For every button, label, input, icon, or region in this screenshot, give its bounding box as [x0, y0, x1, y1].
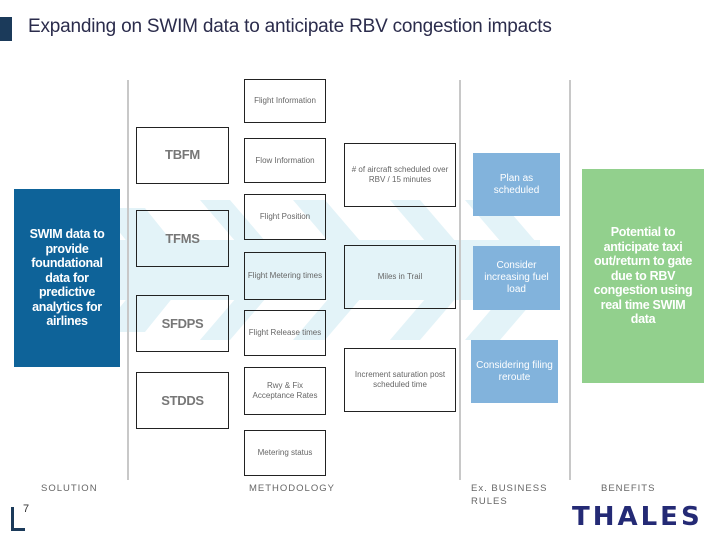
metric-box: Miles in Trail [344, 245, 456, 309]
thales-logo: THALES [572, 502, 703, 532]
system-label: TFMS [165, 230, 200, 246]
system-box-tfms: TFMS [136, 210, 229, 267]
data-item-label: Flight Release times [248, 328, 322, 337]
metric-box: # of aircraft scheduled over RBV / 15 mi… [344, 143, 456, 207]
column-divider [569, 80, 571, 480]
system-label: SFDPS [161, 315, 204, 331]
metric-label: Increment saturation post scheduled time [354, 370, 446, 389]
system-box-sfdps: SFDPS [136, 295, 229, 352]
data-item-box: Flight Information [244, 79, 326, 123]
solution-box: SWIM data to provide foundational data f… [14, 189, 120, 367]
business-rule-box: Plan as scheduled [473, 153, 560, 216]
data-item-label: Flow Information [255, 155, 315, 165]
business-rule-box: Consider increasing fuel load [473, 246, 560, 310]
data-item-label: Flight Position [259, 212, 311, 221]
data-item-box: Flow Information [244, 138, 326, 183]
column-divider [127, 80, 129, 480]
system-box-stdds: STDDS [136, 372, 229, 429]
column-label-solution: SOLUTION [41, 483, 98, 494]
page-number: 7 [23, 503, 30, 515]
data-item-label: Flight Metering times [247, 271, 323, 280]
data-item-box: Flight Release times [244, 310, 326, 356]
system-label: TBFM [165, 147, 200, 162]
column-label-methodology: METHODOLOGY [249, 483, 335, 494]
data-item-label: Metering status [257, 448, 313, 457]
column-divider [459, 80, 461, 480]
metric-label: # of aircraft scheduled over RBV / 15 mi… [351, 165, 449, 184]
metric-label: Miles in Trail [377, 272, 423, 281]
business-rule-box: Considering filing reroute [471, 340, 558, 403]
data-item-box: Rwy & Fix Acceptance Rates [244, 367, 326, 415]
business-rule-label: Plan as scheduled [493, 172, 540, 196]
column-label-business-rules: Ex. BUSINESS RULES [471, 483, 548, 507]
business-rule-label: Considering filing reroute [476, 359, 553, 383]
system-box-tbfm: TBFM [136, 127, 229, 184]
data-item-label: Rwy & Fix Acceptance Rates [252, 381, 318, 400]
business-rule-label: Consider increasing fuel load [484, 260, 549, 295]
data-item-box: Flight Metering times [244, 252, 326, 300]
system-label: STDDS [161, 392, 204, 408]
data-item-box: Metering status [244, 430, 326, 476]
metric-box: Increment saturation post scheduled time [344, 348, 456, 412]
data-item-label: Flight Information [254, 96, 316, 105]
benefit-box: Potential to anticipate taxi out/return … [582, 169, 704, 383]
data-item-box: Flight Position [244, 194, 326, 240]
column-label-benefits: BENEFITS [601, 483, 656, 494]
